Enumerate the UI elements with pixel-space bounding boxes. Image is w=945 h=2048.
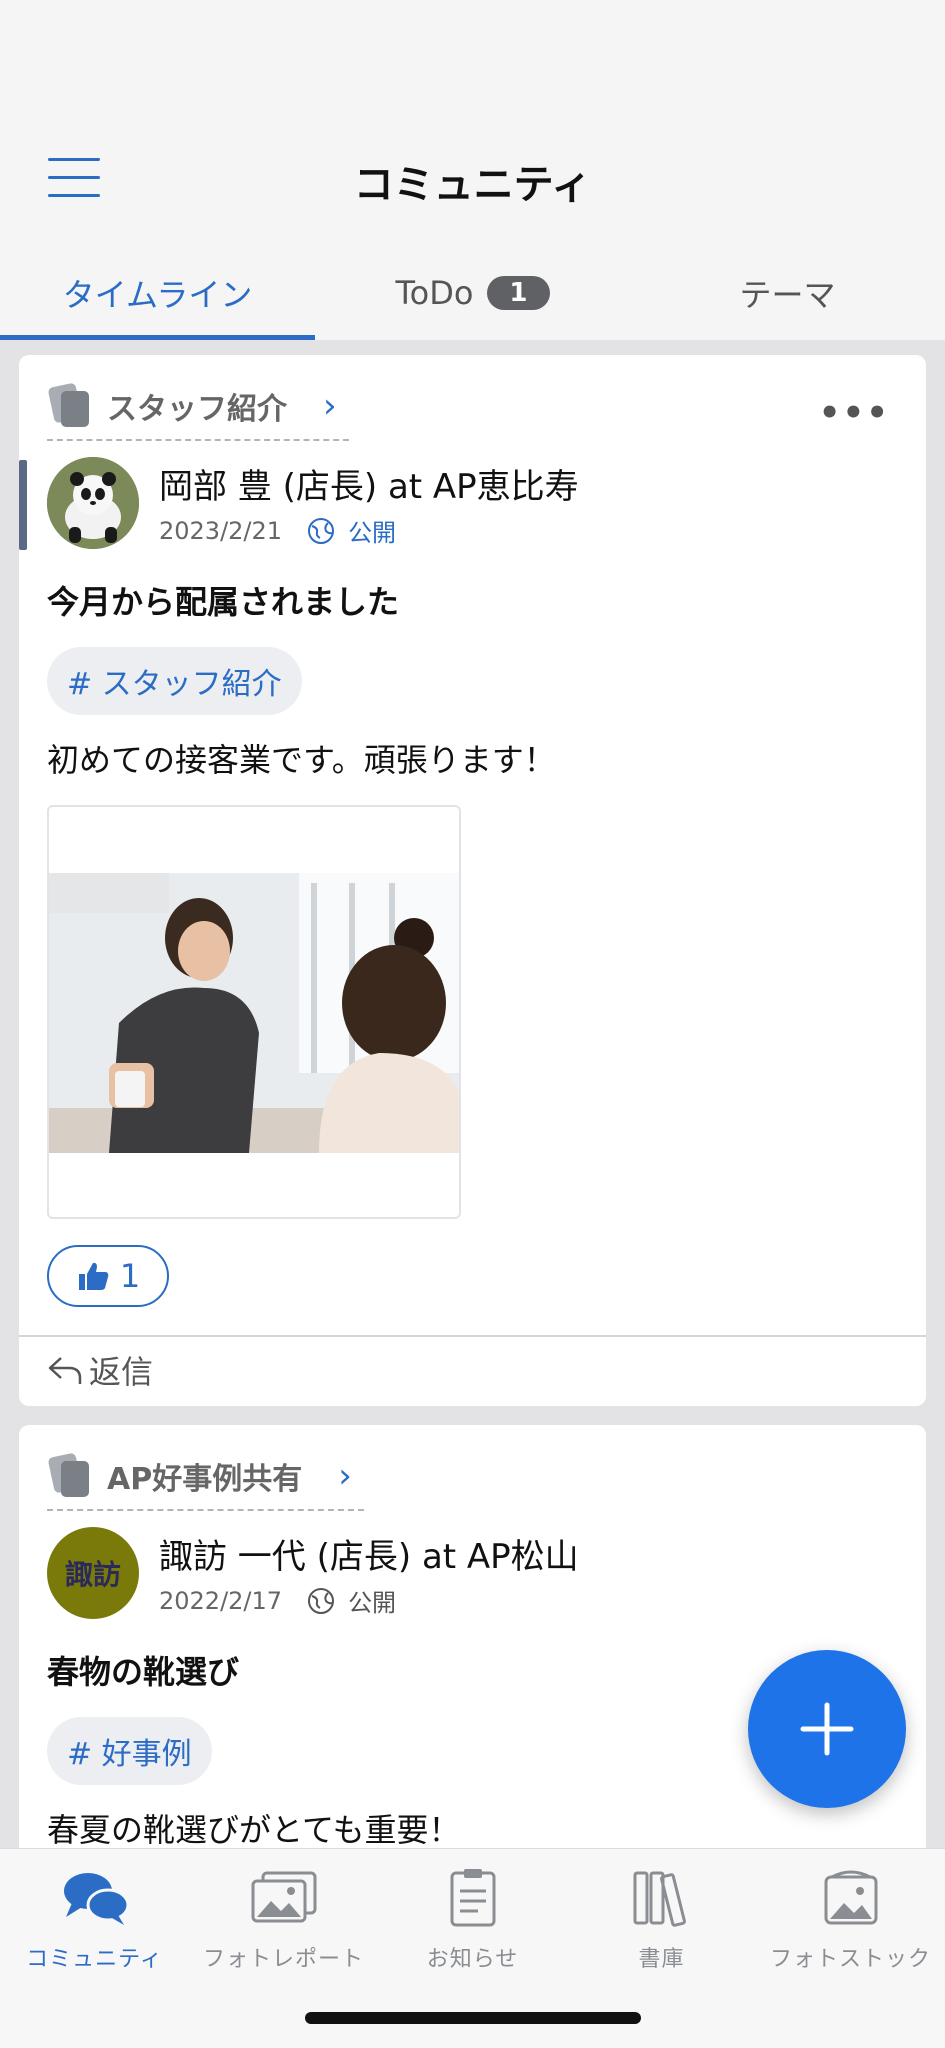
nav-label: お知らせ xyxy=(426,1947,519,1972)
thumbs-up-icon xyxy=(78,1262,109,1290)
post-date: 2023/2/21 xyxy=(159,516,283,545)
nav-label: フォトレポート xyxy=(202,1947,364,1972)
reply-button[interactable]: 返信 xyxy=(47,1347,153,1393)
nav-label: フォトストック xyxy=(769,1947,931,1972)
post-title: 今月から配属されました xyxy=(47,583,400,621)
post-image xyxy=(49,873,459,1153)
tab-todo[interactable]: ToDo 1 xyxy=(315,245,630,340)
hashtag-chip[interactable]: # スタッフ紹介 xyxy=(47,647,302,715)
category-label: AP好事例共有 xyxy=(107,1462,303,1497)
photo-stock-icon xyxy=(824,1870,877,1925)
category-cards-icon xyxy=(47,1452,93,1499)
post-card: スタッフ紹介 › ••• 岡部 豊 (店長) at AP恵比寿 2023/2/2… xyxy=(19,355,926,1406)
avatar[interactable]: 諏訪 xyxy=(47,1527,139,1619)
books-icon xyxy=(633,1871,686,1927)
visibility-label: 公開 xyxy=(348,1589,397,1617)
post-meta: 2023/2/21 公開 xyxy=(159,513,396,548)
category-cards-icon xyxy=(47,382,93,429)
clipboard-icon xyxy=(450,1869,495,1927)
post-category-link[interactable]: AP好事例共有 › xyxy=(47,1452,364,1511)
post-photo[interactable] xyxy=(47,805,461,1219)
timeline-feed[interactable]: スタッフ紹介 › ••• 岡部 豊 (店長) at AP恵比寿 2023/2/2… xyxy=(0,340,945,1848)
nav-label: コミュニティ xyxy=(26,1947,163,1972)
page-title: コミュニティ xyxy=(353,162,592,208)
tab-todo-label: ToDo xyxy=(395,273,474,312)
tab-theme[interactable]: テーマ xyxy=(630,245,945,340)
app-header: コミュニティ xyxy=(0,0,945,245)
author-name[interactable]: 諏訪 一代 (店長) at AP松山 xyxy=(159,1529,579,1578)
nav-label: 書庫 xyxy=(638,1947,685,1972)
post-category-link[interactable]: スタッフ紹介 › xyxy=(47,382,349,441)
reply-arrow-icon xyxy=(48,1357,82,1384)
create-post-button[interactable] xyxy=(748,1650,906,1808)
post-meta: 2022/2/17 公開 xyxy=(159,1583,396,1618)
tab-bar: タイムライン ToDo 1 テーマ xyxy=(0,245,945,340)
hashtag-chip[interactable]: # 好事例 xyxy=(47,1717,212,1785)
like-button[interactable]: 1 xyxy=(47,1245,169,1307)
todo-count-badge: 1 xyxy=(487,275,550,310)
tab-timeline[interactable]: タイムライン xyxy=(0,245,315,340)
plus-icon xyxy=(800,1702,854,1756)
author-name[interactable]: 岡部 豊 (店長) at AP恵比寿 xyxy=(159,459,579,508)
avatar[interactable] xyxy=(47,457,139,549)
home-indicator[interactable] xyxy=(305,2012,641,2024)
unread-indicator xyxy=(19,460,27,550)
globe-icon xyxy=(308,1587,335,1614)
more-options-icon[interactable]: ••• xyxy=(819,393,890,433)
divider xyxy=(19,1335,926,1337)
category-label: スタッフ紹介 xyxy=(107,392,287,427)
nav-item-community[interactable]: コミュニティ xyxy=(0,1849,189,2048)
chat-bubbles-icon xyxy=(63,1873,129,1925)
nav-item-photo-stock[interactable]: フォトストック xyxy=(756,1849,945,2048)
post-body: 春夏の靴選びがとても重要！ xyxy=(47,1811,461,1848)
chevron-right-icon: › xyxy=(323,386,337,426)
post-title: 春物の靴選び xyxy=(47,1653,240,1691)
tab-timeline-label: タイムライン xyxy=(62,275,253,314)
globe-icon xyxy=(308,517,335,544)
reply-label: 返信 xyxy=(89,1353,154,1391)
chevron-right-icon: › xyxy=(338,1456,352,1496)
photo-report-icon xyxy=(251,1871,316,1923)
post-date: 2022/2/17 xyxy=(159,1586,283,1615)
like-count: 1 xyxy=(119,1257,141,1295)
tab-theme-label: テーマ xyxy=(739,275,836,314)
visibility-label: 公開 xyxy=(348,519,397,547)
post-body: 初めての接客業です。頑張ります！ xyxy=(47,741,556,779)
